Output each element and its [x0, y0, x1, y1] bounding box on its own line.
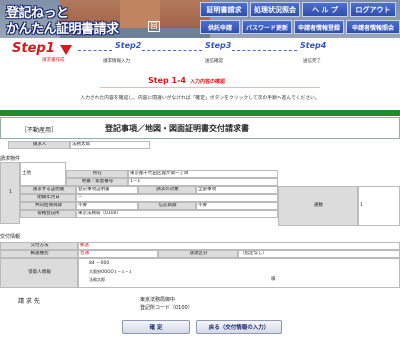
nav-deposit-application[interactable]: 供託申請 [200, 20, 240, 34]
closed-date-label: 閉鎖年月日 [20, 194, 76, 202]
requester-value: 法務太郎 [70, 141, 150, 149]
lot-value: 1－1 [128, 178, 278, 186]
step-1-desc: 請求書作成 [42, 58, 65, 63]
nav-password-update[interactable]: パスワード更新 [242, 20, 292, 34]
back-button[interactable]: 戻る（交付情報の入力） [196, 320, 282, 334]
step-2: Step2 [115, 41, 141, 50]
method-label: 交付方法 [0, 242, 78, 250]
location-label: 所在 [66, 170, 128, 178]
section-divider [0, 110, 400, 116]
title-underline [100, 87, 320, 88]
lot-label: 地番／家屋番号 [66, 178, 128, 186]
joint-label: 共同担保目録 [20, 202, 76, 210]
page-subtitle: 入力内容の確認 [189, 79, 225, 85]
destination-line2: 登記所コード（0100） [140, 305, 193, 311]
instruction-text: 入力された内容を確認し、内容に間違いがなければ「確定」ボタンをクリックして次の手… [80, 96, 320, 101]
recipient-honorific: 様 [271, 277, 276, 282]
method-value: 郵送 [78, 242, 400, 250]
step-4-number: Step4 [300, 41, 327, 50]
current-step-arrow-icon [60, 45, 72, 55]
nav-status-inquiry[interactable]: 処理状況照会 [250, 2, 300, 17]
recipient-zip: 84 －000 [89, 261, 110, 266]
nav-bottom: 供託申請 パスワード更新 申請者情報登録 申請者情報照会 [200, 20, 400, 34]
nav-help[interactable]: ヘ ル プ [302, 2, 348, 17]
row-number: 1 [0, 162, 20, 224]
nav-applicant-register[interactable]: 申請者情報登録 [294, 20, 344, 34]
recipient-info: 84 －000 大阪府OOOO１−１−１ 法務太郎 様 [78, 258, 400, 288]
step-3-desc: 送信確認 [205, 59, 223, 64]
recipient-name: 法務太郎 [89, 277, 105, 282]
recipient-label: 受取人情報 [0, 258, 78, 288]
step-indicator: Step1 請求書作成 Step2 請求情報入力 Step3 送信確認 Step… [0, 39, 400, 69]
page-title: Step 1-4 入力内容の確認 [148, 76, 225, 85]
destination-label: 請 求 先 [18, 298, 40, 305]
object-category: 土地 [20, 162, 66, 186]
step-4-desc: 送信完了 [303, 59, 321, 64]
copies-label: 通数 [278, 186, 358, 226]
recipient-address: 大阪府OOOO１−１−１ [89, 269, 133, 274]
nav-certificate-request[interactable]: 証明書請求 [200, 2, 248, 17]
nav-top: 証明書請求 処理状況照会 ヘ ル プ ログアウト [200, 2, 396, 17]
delivery-section-label: 交付情報 [0, 234, 21, 240]
express-label: 速達区分 [158, 250, 238, 258]
step-4: Step4 [300, 41, 326, 50]
office-value: 東京法務局（0100） [76, 210, 278, 218]
page-title-step: Step 1-4 [148, 76, 186, 85]
step-2-desc: 請求情報入力 [103, 59, 130, 64]
nav-applicant-inquiry[interactable]: 申請者情報照会 [346, 20, 400, 34]
step-connector [78, 50, 112, 51]
step-1-number: Step1 [12, 41, 55, 56]
closed-date-value: － [76, 194, 278, 202]
form-kind: ［不動産用］ [21, 127, 58, 134]
express-value: （指定なし） [238, 250, 400, 258]
mail-type-label: 郵送種別 [0, 250, 78, 258]
mail-type-value: 普通 [78, 250, 158, 258]
requester-label: 請求人 [8, 141, 70, 149]
copies-value: 1 [358, 186, 400, 226]
nav-logout[interactable]: ログアウト [350, 2, 396, 17]
cert-type-value: 登記事項証明書 [76, 186, 138, 194]
form-header: ［不動産用］ 登記事項／地図・図面証明書交付請求書 [0, 117, 400, 139]
joint-value: 不要 [76, 202, 138, 210]
step-connector [142, 50, 202, 51]
location-value: 東京都千代田区霞が関一丁目 [128, 170, 278, 178]
site-title-line2: かんたん証明書請求 [6, 22, 119, 37]
objects-section-label: 請求物件 [0, 156, 21, 162]
step-2-number: Step2 [115, 41, 142, 50]
step-3: Step3 [205, 41, 231, 50]
trust-value: 不要 [196, 202, 278, 210]
trust-label: 信託目録 [138, 202, 196, 210]
target-label: 請求の対象 [138, 186, 196, 194]
office-label: 管轄登記所 [20, 210, 76, 218]
site-title-badge: 回 [148, 21, 160, 32]
target-value: 全部事項 [196, 186, 278, 194]
destination-line1: 東京法務局御中 [140, 297, 176, 303]
cert-type-label: 請求する証明書 [20, 186, 76, 194]
step-3-number: Step3 [205, 41, 232, 50]
form-title: 登記事項／地図・図面証明書交付請求書 [105, 124, 249, 133]
step-connector [232, 50, 297, 51]
confirm-button[interactable]: 確 定 [122, 320, 190, 334]
step-1: Step1 請求書作成 [12, 41, 65, 63]
site-header: 登記ねっと かんたん証明書請求 回 証明書請求 処理状況照会 ヘ ル プ ログア… [0, 0, 400, 38]
